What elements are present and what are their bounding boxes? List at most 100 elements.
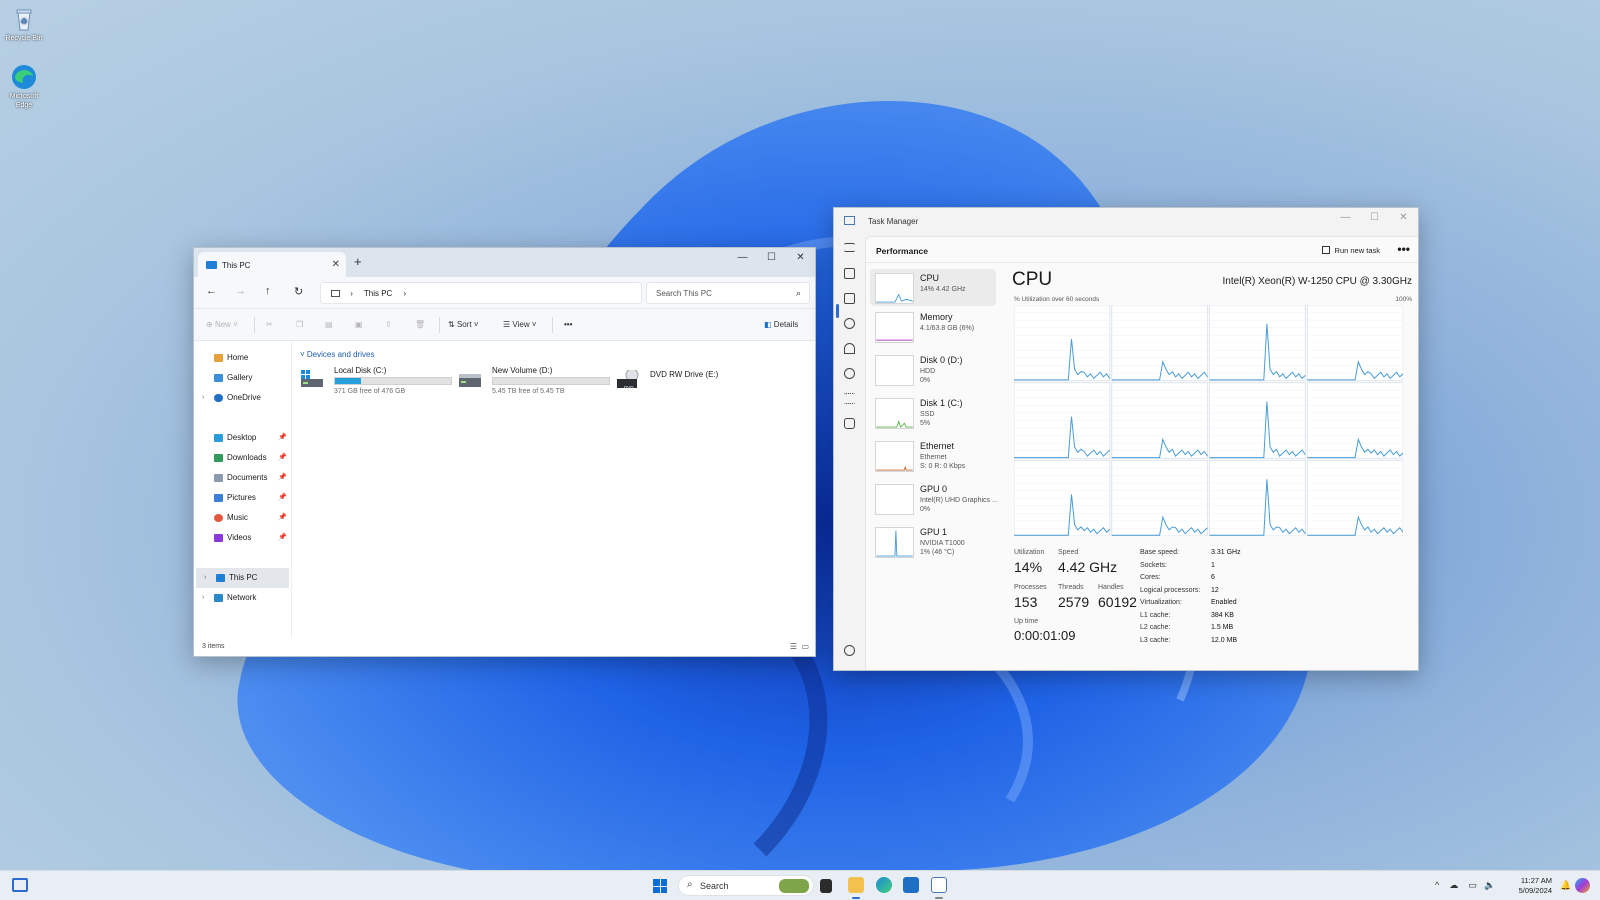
resource-name: Memory — [920, 312, 953, 322]
resource-item-cpu[interactable]: CPU 14% 4.42 GHz — [870, 269, 996, 306]
sidebar-item-videos[interactable]: Videos 📌 — [194, 528, 291, 548]
volume-icon[interactable]: 🔈 — [1484, 880, 1495, 890]
task-view-icon[interactable] — [820, 879, 832, 893]
edge-icon[interactable] — [876, 877, 892, 893]
task-manager-icon[interactable] — [931, 877, 947, 893]
performance-icon[interactable] — [844, 293, 855, 304]
group-header-devices[interactable]: ˅ Devices and drives — [300, 350, 375, 359]
tiles-view-icon[interactable]: ▭ — [801, 642, 809, 651]
resource-item-gpu-0[interactable]: GPU 0 Intel(R) UHD Graphics ... 0% — [870, 480, 998, 523]
hamburger-menu-icon[interactable] — [844, 243, 855, 252]
cpu-model: Intel(R) Xeon(R) W-1250 CPU @ 3.30GHz — [1222, 276, 1412, 287]
settings-gear-icon[interactable] — [844, 645, 855, 656]
desktop-icon-edge[interactable]: Microsoft Edge — [4, 64, 44, 110]
more-options-button[interactable]: ••• — [564, 320, 572, 329]
refresh-button[interactable]: ↻ — [294, 285, 303, 298]
start-logo-tile — [653, 886, 660, 893]
resource-item-ethernet[interactable]: Ethernet Ethernet S: 0 R: 0 Kbps — [870, 437, 996, 480]
onedrive-tray-icon[interactable]: ☁ — [1449, 880, 1458, 890]
spec-value: 12.0 MB — [1211, 636, 1238, 644]
desktop-icon-recycle-bin[interactable]: ♻ Recycle Bin — [4, 6, 44, 43]
file-explorer-icon[interactable] — [848, 877, 864, 893]
copy-icon[interactable]: ❐ — [296, 320, 303, 329]
task-manager-titlebar[interactable]: Task Manager — ☐ ✕ — [834, 208, 1418, 236]
drive-name: New Volume (D:) — [492, 366, 553, 375]
details-icon[interactable] — [844, 393, 855, 404]
startup-apps-icon[interactable] — [844, 343, 855, 354]
sidebar-item-downloads[interactable]: Downloads 📌 — [194, 448, 291, 468]
clock[interactable]: 11:27 AM 5/09/2024 — [1512, 876, 1552, 896]
sidebar-item-pictures[interactable]: Pictures 📌 — [194, 488, 291, 508]
taskbar-search-box[interactable]: ⌕ Search — [678, 875, 814, 896]
copilot-icon[interactable] — [1575, 878, 1590, 893]
address-segment-this-pc[interactable]: This PC — [364, 289, 392, 298]
details-view-icon[interactable]: ☰ — [790, 642, 797, 651]
services-icon[interactable] — [844, 418, 855, 429]
sidebar-item-label: Gallery — [227, 373, 253, 382]
more-options-button[interactable]: ••• — [1397, 242, 1410, 256]
close-button[interactable]: ✕ — [1389, 208, 1418, 232]
minimize-button[interactable]: — — [728, 248, 757, 272]
cut-icon[interactable]: ✂ — [266, 320, 273, 329]
drive-new-volume-d[interactable]: New Volume (D:) 5.45 TB free of 5.45 TB — [458, 364, 610, 398]
users-icon[interactable] — [844, 368, 855, 379]
sort-button[interactable]: ⇅ Sort ˅ — [448, 320, 479, 329]
file-explorer-window[interactable]: This PC ✕ + — ☐ ✕ ← → ↑ ↻ › This PC › Se… — [193, 247, 816, 657]
sidebar-item-desktop[interactable]: Desktop 📌 — [194, 428, 291, 448]
tab-close-icon[interactable]: ✕ — [332, 259, 340, 270]
sidebar-item-onedrive[interactable]: › OneDrive — [194, 388, 291, 408]
minimize-button[interactable]: — — [1331, 208, 1360, 232]
sidebar-item-documents[interactable]: Documents 📌 — [194, 468, 291, 488]
search-input[interactable]: Search This PC ⌕ — [646, 282, 810, 304]
maximize-button[interactable]: ☐ — [757, 248, 786, 272]
maximize-button[interactable]: ☐ — [1360, 208, 1389, 232]
spec-value: 6 — [1211, 574, 1215, 581]
view-button[interactable]: ☰ View ˅ — [503, 320, 537, 329]
explorer-titlebar[interactable]: This PC ✕ + — ☐ ✕ — [194, 248, 815, 277]
address-bar[interactable]: › This PC › — [320, 282, 642, 304]
resource-item-disk-0[interactable]: Disk 0 (D:) HDD 0% — [870, 351, 996, 394]
tab-this-pc[interactable]: This PC ✕ — [198, 252, 346, 277]
new-button[interactable]: ⊕ New ˅ — [206, 320, 238, 329]
task-manager-window[interactable]: Task Manager — ☐ ✕ Performance Run new t… — [833, 207, 1419, 671]
delete-icon[interactable]: 🗑 — [415, 320, 425, 329]
resource-item-disk-1[interactable]: Disk 1 (C:) SSD 5% — [870, 394, 996, 437]
app-history-icon[interactable] — [844, 318, 855, 329]
sidebar-item-home[interactable]: Home — [194, 348, 291, 368]
chevron-right-icon[interactable]: › — [202, 588, 204, 608]
pin-icon: 📌 — [278, 474, 287, 481]
share-icon[interactable]: ⇪ — [385, 320, 392, 329]
close-button[interactable]: ✕ — [786, 248, 815, 272]
sidebar-item-music[interactable]: Music 📌 — [194, 508, 291, 528]
start-button[interactable] — [653, 879, 667, 893]
drive-local-disk-c[interactable]: Local Disk (C:) 371 GB free of 476 GB — [300, 364, 452, 398]
network-tray-icon[interactable]: ▭ — [1468, 880, 1477, 890]
rename-icon[interactable]: ▣ — [355, 320, 363, 329]
sidebar-item-gallery[interactable]: Gallery — [194, 368, 291, 388]
widgets-icon[interactable] — [12, 878, 28, 892]
notification-bell-icon[interactable]: 🔔 — [1560, 880, 1571, 891]
sidebar-item-network[interactable]: › Network — [194, 588, 291, 608]
processes-label: Processes — [1014, 584, 1047, 591]
spec-value: 1 — [1211, 561, 1215, 569]
run-new-task-button[interactable]: Run new task — [1321, 246, 1380, 255]
new-tab-button[interactable]: + — [354, 254, 362, 269]
paste-icon[interactable]: ▤ — [325, 320, 333, 329]
details-button[interactable]: ◧ Details — [764, 320, 798, 329]
show-hidden-icons-button[interactable]: ^ — [1435, 880, 1439, 890]
sidebar-item-this-pc[interactable]: › This PC — [196, 568, 289, 588]
spec-label: L1 cache: — [1140, 611, 1171, 619]
microsoft-store-icon[interactable] — [903, 877, 919, 893]
up-button[interactable]: ↑ — [265, 285, 271, 297]
chevron-right-icon[interactable]: › — [202, 388, 204, 408]
resource-item-gpu-1[interactable]: GPU 1 NVIDIA T1000 1% (46 °C) — [870, 523, 996, 566]
forward-button[interactable]: → — [235, 285, 246, 297]
chevron-right-icon[interactable]: › — [204, 568, 206, 588]
back-button[interactable]: ← — [206, 285, 217, 297]
spec-value: 384 KB — [1211, 611, 1234, 619]
resource-item-memory[interactable]: Memory 4.1/63.8 GB (6%) — [870, 308, 996, 351]
processes-icon[interactable] — [844, 268, 855, 279]
page-title: Performance — [876, 246, 928, 256]
drive-dvd-rw-e[interactable]: DVD DVD RW Drive (E:) — [616, 364, 768, 398]
resource-detail: SSD 5% — [920, 410, 934, 428]
